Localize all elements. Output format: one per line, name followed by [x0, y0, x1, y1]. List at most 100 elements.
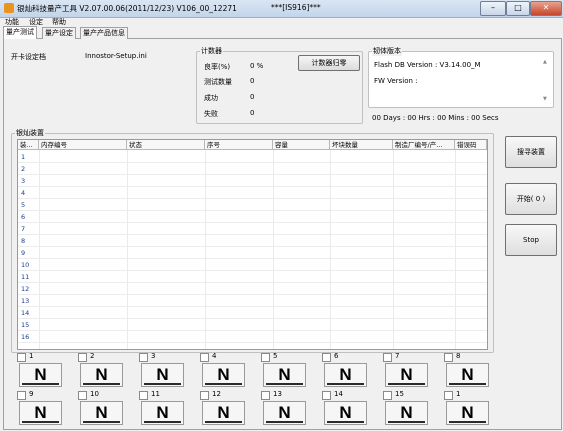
slot-checkbox[interactable] — [383, 353, 392, 362]
reset-counter-button[interactable]: 计数器归零 — [298, 55, 360, 71]
table-row[interactable]: 12 — [18, 283, 487, 295]
table-row[interactable]: 15 — [18, 319, 487, 331]
col-header[interactable]: 内存编号 — [39, 140, 127, 150]
tab-production-test[interactable]: 量产测试 — [3, 26, 37, 39]
settings-value: Innostor-Setup.ini — [85, 52, 147, 60]
app-icon — [4, 3, 14, 13]
maximize-button[interactable]: □ — [506, 1, 530, 16]
slot-checkbox[interactable] — [200, 353, 209, 362]
slot-status-indicator: N — [80, 401, 123, 425]
slot-number: 1 — [456, 390, 461, 398]
row-number: 7 — [21, 225, 26, 233]
slot-status-letter: N — [339, 365, 352, 384]
fw-version: FW Version : — [374, 77, 418, 85]
menu-help[interactable]: 帮助 — [52, 17, 66, 27]
firmware-title: 韧体版本 — [372, 46, 402, 56]
row-number: 3 — [21, 177, 26, 185]
slot-status-letter: N — [217, 365, 230, 384]
row-number: 13 — [21, 297, 30, 305]
slot-number: 13 — [273, 390, 282, 398]
yield-label: 良率(%) — [204, 63, 231, 71]
title-bar: 银灿科技量产工具 V2.07.00.06(2011/12/23) V106_00… — [0, 0, 563, 18]
table-row[interactable]: 11 — [18, 271, 487, 283]
slot-status-indicator: N — [324, 401, 367, 425]
slot-checkbox[interactable] — [322, 391, 331, 400]
slot-status-letter: N — [34, 403, 47, 422]
slot-checkbox[interactable] — [322, 353, 331, 362]
slot-status-indicator: N — [385, 401, 428, 425]
counter-title: 计数器 — [200, 46, 223, 56]
slot-status-letter: N — [34, 365, 47, 384]
slot-status-indicator: N — [202, 401, 245, 425]
col-header[interactable]: 坏块数量 — [330, 140, 393, 150]
test-count-label: 测试数量 — [204, 78, 232, 86]
slot-number: 2 — [90, 352, 95, 360]
table-row[interactable]: 3 — [18, 175, 487, 187]
table-row[interactable]: 5 — [18, 199, 487, 211]
scan-devices-button[interactable]: 搜寻装置 — [505, 136, 557, 168]
device-table[interactable]: 装... 内存编号 状态 序号 容量 坏块数量 制造厂编号/产... 错误码 1… — [17, 139, 488, 350]
slot-status-indicator: N — [385, 363, 428, 387]
close-button[interactable]: ✕ — [530, 1, 562, 16]
scroll-down-icon[interactable]: ▼ — [543, 96, 547, 102]
slot-status-indicator: N — [141, 401, 184, 425]
slot-checkbox[interactable] — [17, 353, 26, 362]
slot-number: 8 — [456, 352, 461, 360]
slot-number: 4 — [212, 352, 217, 360]
slot-number: 7 — [395, 352, 400, 360]
row-number: 15 — [21, 321, 30, 329]
row-number: 2 — [21, 165, 26, 173]
table-row[interactable]: 6 — [18, 211, 487, 223]
col-header[interactable]: 制造厂编号/产... — [393, 140, 455, 150]
slot-checkbox[interactable] — [444, 353, 453, 362]
table-row[interactable]: 8 — [18, 235, 487, 247]
start-button[interactable]: 开始( 0 ) — [505, 183, 557, 215]
slot-status-letter: N — [217, 403, 230, 422]
minimize-button[interactable]: – — [480, 1, 506, 16]
table-row[interactable]: 7 — [18, 223, 487, 235]
row-number: 5 — [21, 201, 26, 209]
tab-product-info[interactable]: 量产产品信息 — [80, 27, 128, 39]
table-row[interactable]: 4 — [18, 187, 487, 199]
slot-status-indicator: N — [19, 363, 62, 387]
slot-checkbox[interactable] — [200, 391, 209, 400]
slot-checkbox[interactable] — [261, 391, 270, 400]
settings-label: 开卡设定档 — [11, 53, 46, 61]
flash-db-version: Flash DB Version : V3.14.00_M — [374, 61, 481, 69]
slot-status-letter: N — [461, 365, 474, 384]
slot-status-letter: N — [461, 403, 474, 422]
slot-checkbox[interactable] — [383, 391, 392, 400]
tab-production-settings[interactable]: 量产设定 — [42, 27, 76, 39]
stop-button[interactable]: Stop — [505, 224, 557, 256]
slot-checkbox[interactable] — [78, 353, 87, 362]
row-number: 9 — [21, 249, 26, 257]
slot-checkbox[interactable] — [139, 391, 148, 400]
slot-checkbox[interactable] — [78, 391, 87, 400]
slot-checkbox[interactable] — [139, 353, 148, 362]
scroll-up-icon[interactable]: ▲ — [543, 59, 547, 65]
slot-number: 12 — [212, 390, 221, 398]
row-number: 4 — [21, 189, 26, 197]
col-header[interactable]: 容量 — [273, 140, 330, 150]
col-header[interactable]: 错误码 — [455, 140, 487, 150]
slot-checkbox[interactable] — [444, 391, 453, 400]
col-header[interactable]: 序号 — [205, 140, 273, 150]
table-row[interactable]: 16 — [18, 331, 487, 343]
slot-checkbox[interactable] — [17, 391, 26, 400]
table-row[interactable]: 1 — [18, 151, 487, 163]
success-label: 成功 — [204, 94, 218, 102]
row-number: 12 — [21, 285, 30, 293]
row-number: 10 — [21, 261, 30, 269]
table-row[interactable]: 14 — [18, 307, 487, 319]
slot-status-indicator: N — [263, 363, 306, 387]
slot-status-letter: N — [339, 403, 352, 422]
col-header[interactable]: 状态 — [127, 140, 205, 150]
slot-number: 10 — [90, 390, 99, 398]
slot-checkbox[interactable] — [261, 353, 270, 362]
col-header[interactable]: 装... — [18, 140, 39, 150]
table-row[interactable]: 9 — [18, 247, 487, 259]
table-row[interactable]: 10 — [18, 259, 487, 271]
window-title-suffix: ***[IS916]*** — [271, 3, 321, 12]
table-row[interactable]: 13 — [18, 295, 487, 307]
table-row[interactable]: 2 — [18, 163, 487, 175]
